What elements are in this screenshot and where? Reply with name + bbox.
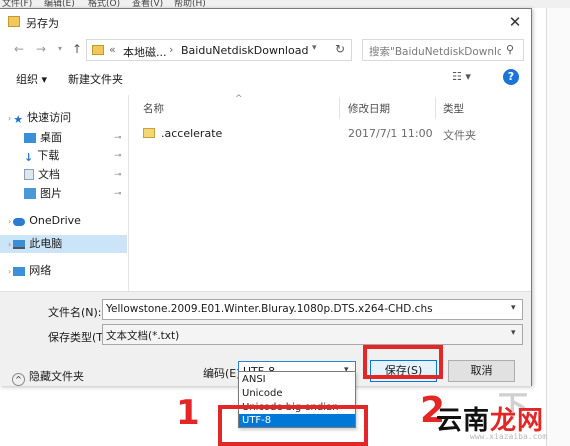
bg-menu-file: 文件(F) (2, 0, 33, 8)
column-divider[interactable] (435, 97, 436, 119)
command-bar: 组织 ▾ 新建文件夹 ☷ ▾ ? (0, 65, 531, 91)
chevron-up-icon: ^ (12, 373, 25, 386)
nav-item-documents[interactable]: 文档 (24, 166, 60, 184)
picture-icon (24, 188, 36, 199)
file-list: ^ 名称 修改日期 类型 .accelerate 2017/7/1 11:00 … (139, 94, 531, 291)
filename-label: 文件名(N): (48, 306, 102, 319)
pin-icon[interactable]: ⊸ (114, 151, 122, 161)
encoding-option-ansi[interactable]: ANSI (239, 373, 355, 387)
help-icon[interactable]: ? (503, 69, 519, 85)
background-window (546, 8, 570, 446)
column-header-date[interactable]: 修改日期 (348, 101, 390, 116)
search-input[interactable]: 搜索"BaiduNetdiskDownlo... (369, 44, 501, 59)
nav-item-label: 网络 (29, 264, 52, 277)
address-dropdown-icon[interactable]: ▾ (312, 43, 317, 53)
bg-menu-view: 查看(V) (132, 0, 164, 8)
document-icon (24, 169, 34, 180)
save-as-dialog: 另存为 ✕ ← → ▾ ↑ « 本地磁... › BaiduNetdiskDow… (0, 8, 532, 386)
filename-field[interactable]: Yellowstone.2009.E01.Winter.Bluray.1080p… (102, 299, 523, 320)
dialog-title: 另存为 (26, 17, 59, 30)
nav-item-label: OneDrive (29, 214, 81, 227)
nav-item-pictures[interactable]: 图片 (24, 185, 62, 203)
highlight-save-box (363, 345, 443, 379)
nav-item-label: 文档 (38, 168, 60, 181)
chevron-down-icon[interactable]: ▾ (511, 303, 516, 313)
expand-chevron-icon: › (8, 217, 12, 226)
filetype-value: 文本文档(*.txt) (106, 330, 180, 342)
pin-icon[interactable]: ⊸ (114, 133, 122, 143)
nav-item-label: 桌面 (40, 131, 62, 144)
nav-item-label: 此电脑 (29, 237, 63, 250)
pin-icon[interactable]: ⊸ (114, 189, 122, 199)
column-header-name[interactable]: 名称 (143, 101, 164, 116)
up-arrow-icon[interactable]: ↑ (70, 41, 84, 57)
hide-folders-toggle[interactable]: ^ 隐藏文件夹 (12, 368, 84, 386)
bg-menu-help: 帮助(H) (174, 0, 206, 8)
recent-locations-icon[interactable]: ▾ (53, 41, 67, 57)
pin-icon[interactable]: ⊸ (114, 170, 122, 180)
nav-item-label: 快速访问 (27, 111, 72, 124)
sort-ascending-icon: ^ (235, 94, 243, 104)
nav-item-this-pc[interactable]: › 此电脑 (8, 235, 62, 253)
address-bar[interactable]: « 本地磁... › BaiduNetdiskDownload ▾ ↻ (86, 39, 352, 61)
hide-folders-label: 隐藏文件夹 (29, 370, 84, 383)
dialog-titlebar: 另存为 ✕ (0, 9, 531, 35)
watermark-brand: 云南龙网 (436, 400, 566, 436)
download-icon: ↓ (24, 151, 34, 164)
computer-icon (13, 240, 26, 249)
navigation-scrollbar[interactable] (129, 95, 139, 291)
highlight-utf8-box (218, 405, 368, 446)
navigation-pane: › ★ 快速访问 桌面 ⊸ ↓ 下载 ⊸ 文档 ⊸ 图片 ⊸ › OneDrive › 此… (0, 95, 129, 291)
close-button[interactable]: ✕ (506, 13, 524, 31)
nav-item-label: 图片 (40, 187, 62, 200)
encoding-option-unicode[interactable]: Unicode (239, 387, 355, 401)
new-folder-button[interactable]: 新建文件夹 (68, 71, 123, 87)
address-overflow[interactable]: « (109, 43, 116, 56)
nav-item-onedrive[interactable]: › OneDrive (8, 212, 81, 230)
organize-button[interactable]: 组织 ▾ (16, 71, 47, 87)
watermark-url: www.xiazaiba.com (470, 432, 548, 441)
nav-item-label: 下载 (37, 149, 60, 162)
expand-chevron-icon: › (8, 267, 12, 276)
chevron-down-icon[interactable]: ▾ (511, 328, 516, 338)
star-icon: ★ (13, 113, 24, 126)
nav-item-downloads[interactable]: ↓ 下载 (24, 147, 59, 165)
file-name: .accelerate (161, 127, 223, 140)
expand-chevron-icon: › (8, 114, 12, 123)
nav-item-desktop[interactable]: 桌面 (24, 129, 62, 147)
folder-icon (143, 128, 155, 138)
cloud-icon (13, 218, 26, 226)
refresh-icon[interactable]: ↻ (335, 42, 345, 56)
nav-item-quick-access[interactable]: › ★ 快速访问 (8, 109, 71, 127)
notepad-icon (8, 16, 20, 27)
filename-value[interactable]: Yellowstone.2009.E01.Winter.Bluray.1080p… (106, 303, 433, 315)
step-number-1: 1 (176, 393, 200, 433)
column-header-type[interactable]: 类型 (443, 101, 464, 116)
file-date: 2017/7/1 11:00 (348, 127, 433, 140)
bg-menu-format: 格式(O) (88, 0, 121, 8)
column-divider[interactable] (339, 97, 340, 119)
network-icon (13, 267, 26, 276)
background-menubar: 文件(F) 编辑(E) 格式(O) 查看(V) 帮助(H) (0, 0, 570, 8)
file-row[interactable]: .accelerate 2017/7/1 11:00 文件夹 (143, 125, 523, 143)
forward-arrow-icon[interactable]: → (34, 41, 48, 57)
search-icon: ⚲ (506, 43, 515, 56)
cancel-button[interactable]: 取消 (448, 360, 515, 382)
breadcrumb-local-disk[interactable]: 本地磁... (123, 44, 167, 60)
desktop-icon (24, 133, 36, 143)
file-type: 文件夹 (443, 129, 476, 142)
nav-item-network[interactable]: › 网络 (8, 262, 51, 280)
expand-chevron-icon: › (8, 240, 12, 249)
back-arrow-icon[interactable]: ← (12, 41, 26, 57)
view-options-icon[interactable]: ☷ ▾ (452, 70, 471, 83)
search-box[interactable]: 搜索"BaiduNetdiskDownlo... ⚲ (362, 39, 524, 61)
filetype-select[interactable]: 文本文档(*.txt) ▾ (102, 324, 523, 345)
bg-menu-edit: 编辑(E) (44, 0, 75, 8)
breadcrumb-separator[interactable]: › (169, 43, 173, 56)
folder-icon (92, 45, 104, 55)
breadcrumb-baidu[interactable]: BaiduNetdiskDownload (181, 44, 308, 57)
